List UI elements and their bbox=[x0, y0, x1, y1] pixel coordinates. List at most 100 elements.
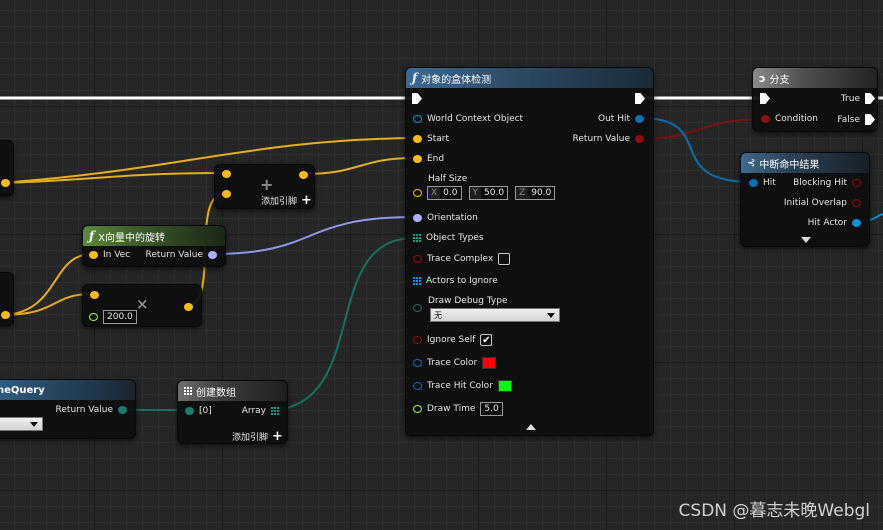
box-trace-node[interactable]: ƒ 对象的盒体检测 World Context Object Out Hit S… bbox=[405, 67, 654, 436]
multiply-node[interactable]: × 200.0 bbox=[82, 284, 202, 327]
actors-to-ignore-pin[interactable]: Actors to Ignore bbox=[413, 276, 498, 286]
array-pin-icon[interactable] bbox=[413, 277, 421, 285]
add-pin-button[interactable]: 添加引脚 + bbox=[232, 430, 283, 443]
wire-start bbox=[0, 137, 415, 184]
branch-true-pin[interactable]: True bbox=[841, 93, 875, 104]
bool-pin-icon[interactable] bbox=[761, 115, 770, 123]
break-hit-input-pin[interactable]: Hit bbox=[749, 178, 776, 188]
collapse-advanced-icon[interactable] bbox=[526, 424, 536, 430]
vector-output-pin[interactable] bbox=[1, 311, 10, 319]
rotation-from-x-vector-node[interactable]: ƒ X向量中的旋转 In Vec Return Value bbox=[82, 225, 226, 267]
rotation-node-header: ƒ X向量中的旋转 bbox=[83, 226, 225, 246]
partial-node-left-mid[interactable] bbox=[0, 272, 14, 326]
bool-pin-icon[interactable] bbox=[413, 336, 422, 344]
plus-icon: + bbox=[260, 175, 274, 194]
half-size-y-field[interactable]: Y 50.0 bbox=[468, 186, 509, 200]
bool-pin-icon[interactable] bbox=[852, 179, 861, 187]
struct-pin-icon[interactable] bbox=[413, 359, 422, 367]
query-dropdown[interactable] bbox=[0, 417, 43, 431]
draw-time-field[interactable]: 5.0 bbox=[480, 402, 503, 416]
add-pin-button[interactable]: 添加引脚 + bbox=[261, 194, 312, 207]
rotator-pin-icon[interactable] bbox=[413, 214, 422, 222]
half-size-z-field[interactable]: Z 90.0 bbox=[515, 186, 556, 200]
struct-pin-icon[interactable] bbox=[413, 382, 422, 390]
trace-complex-checkbox[interactable] bbox=[498, 253, 511, 265]
array-output-label: Array bbox=[241, 406, 266, 416]
add-node[interactable]: + 添加引脚 + bbox=[214, 164, 315, 209]
trace-color-swatch[interactable] bbox=[482, 357, 497, 369]
query-node-header: neQuery bbox=[0, 380, 135, 400]
rotation-node-title: X向量中的旋转 bbox=[98, 232, 166, 244]
struct-pin-icon[interactable] bbox=[749, 179, 758, 187]
blueprint-graph-canvas[interactable]: neQuery Return Value + 添加引脚 + ƒ X向量中的旋转 … bbox=[0, 0, 883, 530]
add-input-a-pin[interactable] bbox=[222, 170, 231, 178]
object-pin-icon[interactable] bbox=[852, 219, 861, 227]
multiply-input-b-pin[interactable]: 200.0 bbox=[89, 310, 137, 324]
query-return-pin[interactable]: Return Value bbox=[56, 405, 127, 415]
bool-pin-icon[interactable] bbox=[413, 255, 422, 263]
array-pin-icon[interactable] bbox=[413, 234, 421, 242]
branch-node[interactable]: ↄ 分支 True Condition False bbox=[752, 67, 878, 132]
add-input-b-pin[interactable] bbox=[222, 190, 231, 198]
draw-debug-type-dropdown[interactable]: 无 bbox=[430, 308, 560, 322]
struct-pin-icon[interactable] bbox=[635, 115, 644, 123]
branch-condition-pin[interactable]: Condition bbox=[761, 114, 818, 124]
trace-hit-color-pin[interactable]: Trace Hit Color bbox=[413, 380, 512, 392]
expand-pins-icon[interactable] bbox=[801, 237, 811, 243]
rotation-return-pin[interactable]: Return Value bbox=[146, 250, 217, 260]
start-pin[interactable]: Start bbox=[413, 134, 449, 144]
exec-output-pin[interactable] bbox=[865, 114, 875, 125]
half-size-x-field[interactable]: X 0.0 bbox=[427, 186, 462, 200]
break-hit-header: ⊰ 中断命中结果 bbox=[741, 153, 869, 173]
add-output-pin[interactable] bbox=[299, 171, 308, 179]
ignore-self-checkbox[interactable]: ✔ bbox=[480, 334, 493, 346]
return-value-pin[interactable]: Return Value bbox=[573, 134, 644, 144]
vector-pin-icon[interactable] bbox=[413, 135, 422, 143]
vector-pin-icon[interactable] bbox=[413, 189, 422, 197]
in-vec-pin[interactable]: In Vec bbox=[89, 250, 130, 260]
enum-pin-icon[interactable] bbox=[413, 304, 422, 312]
object-pin-icon[interactable] bbox=[413, 115, 422, 123]
trace-color-pin[interactable]: Trace Color bbox=[413, 357, 497, 369]
object-types-pin[interactable]: Object Types bbox=[413, 233, 484, 243]
query-node[interactable]: neQuery Return Value bbox=[0, 379, 136, 439]
ignore-self-pin[interactable]: Ignore Self ✔ bbox=[413, 334, 493, 346]
exec-output-pin[interactable] bbox=[635, 93, 645, 104]
vector-output-pin[interactable] bbox=[1, 179, 10, 187]
object-type-pin-icon[interactable] bbox=[118, 406, 127, 414]
exec-input-pin[interactable] bbox=[760, 93, 770, 104]
multiply-value-field[interactable]: 200.0 bbox=[103, 310, 137, 324]
array-pin-icon[interactable] bbox=[271, 407, 279, 415]
rotation-return-label: Return Value bbox=[145, 250, 203, 260]
plus-icon: + bbox=[301, 193, 312, 208]
trace-hit-color-swatch[interactable] bbox=[497, 380, 512, 392]
object-type-pin-icon[interactable] bbox=[185, 407, 194, 415]
multiply-output-pin[interactable] bbox=[184, 303, 193, 311]
float-pin-icon[interactable] bbox=[413, 405, 422, 413]
orientation-pin[interactable]: Orientation bbox=[413, 213, 478, 223]
bool-pin-icon[interactable] bbox=[852, 199, 861, 207]
array-output-pin[interactable]: Array bbox=[242, 406, 279, 416]
trace-complex-pin[interactable]: Trace Complex bbox=[413, 253, 511, 265]
hit-actor-pin[interactable]: Hit Actor bbox=[808, 218, 861, 228]
half-size-pin[interactable]: X 0.0 Y 50.0 Z 90.0 bbox=[413, 186, 557, 200]
vector-pin-icon[interactable] bbox=[413, 155, 422, 163]
array-index0-pin[interactable]: [0] bbox=[185, 406, 212, 416]
partial-node-left-top[interactable] bbox=[0, 140, 14, 196]
initial-overlap-pin[interactable]: Initial Overlap bbox=[784, 198, 861, 208]
branch-false-pin[interactable]: False bbox=[837, 114, 875, 125]
multiply-input-a-pin[interactable] bbox=[90, 291, 99, 299]
break-hit-result-node[interactable]: ⊰ 中断命中结果 Hit Blocking Hit Initial Overla… bbox=[740, 152, 870, 247]
rotator-pin-icon[interactable] bbox=[208, 251, 217, 259]
make-array-node[interactable]: 创建数组 [0] Array 添加引脚 + bbox=[177, 380, 288, 444]
exec-input-pin[interactable] bbox=[412, 93, 422, 104]
exec-output-pin[interactable] bbox=[865, 93, 875, 104]
out-hit-pin[interactable]: Out Hit bbox=[598, 114, 644, 124]
blocking-hit-pin[interactable]: Blocking Hit bbox=[793, 178, 861, 188]
draw-time-pin[interactable]: Draw Time 5.0 bbox=[413, 402, 503, 416]
float-pin-icon[interactable] bbox=[89, 313, 98, 321]
end-pin[interactable]: End bbox=[413, 154, 444, 164]
world-context-pin[interactable]: World Context Object bbox=[413, 114, 523, 124]
bool-pin-icon[interactable] bbox=[635, 135, 644, 143]
vector-pin-icon[interactable] bbox=[89, 251, 98, 259]
